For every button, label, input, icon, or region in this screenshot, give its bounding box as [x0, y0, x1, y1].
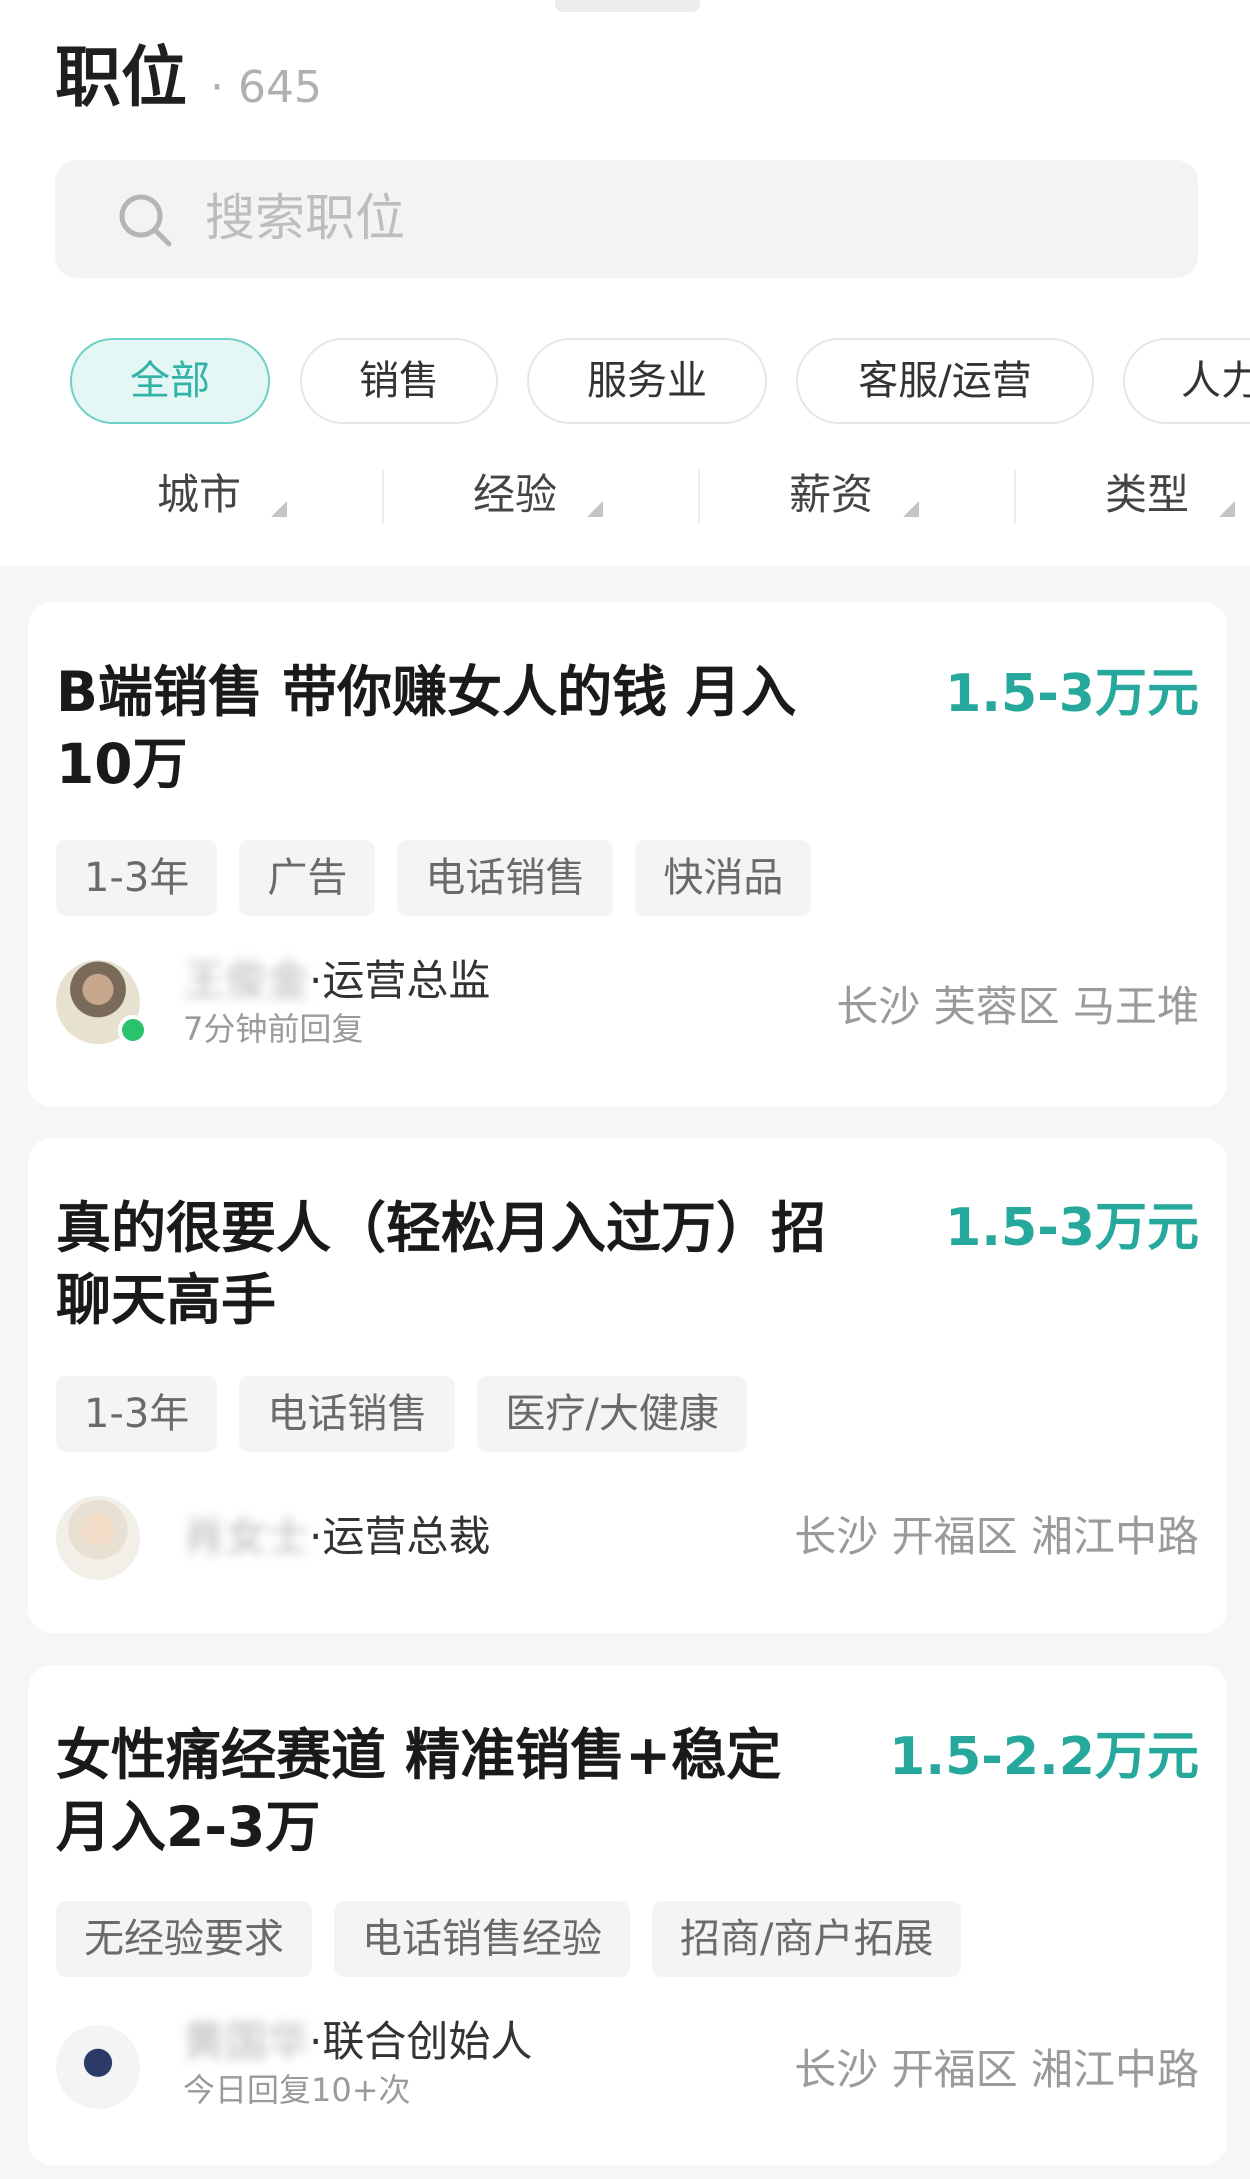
- page-title: 职位: [55, 39, 187, 116]
- job-tags: 无经验要求 电话销售经验 招商/商户拓展: [56, 1901, 962, 1977]
- dropdown-icon: [1219, 501, 1235, 517]
- job-title: 真的很要人（轻松月入过万）招 聊天高手: [56, 1192, 826, 1336]
- filter-city[interactable]: 城市: [64, 462, 380, 532]
- search-icon: [119, 194, 172, 247]
- job-tag: 无经验要求: [56, 1901, 312, 1977]
- search-bar[interactable]: [55, 160, 1198, 278]
- job-salary: 1.5-3万元: [945, 1198, 1199, 1258]
- dropdown-icon: [903, 501, 919, 517]
- filter-city-label: 城市: [156, 470, 241, 519]
- job-location: 长沙 开福区 湘江中路: [794, 2045, 1199, 2094]
- avatar[interactable]: [56, 2025, 140, 2109]
- job-title-line: 女性痛经赛道 精准销售+稳定: [56, 1723, 782, 1787]
- tab-all[interactable]: 全部: [70, 338, 270, 424]
- category-tabs: 全部 销售 服务业 客服/运营 人力: [0, 338, 1250, 424]
- filter-bar: 城市 经验 薪资 类型: [0, 462, 1250, 532]
- job-tags: 1-3年 广告 电话销售 快消品: [56, 840, 812, 916]
- job-tag: 快消品: [635, 840, 812, 916]
- job-tag: 广告: [239, 840, 376, 916]
- reply-status: 今日回复10+次: [183, 2071, 411, 2109]
- tab-hr[interactable]: 人力: [1123, 338, 1250, 424]
- online-indicator: [118, 1015, 148, 1045]
- filter-experience-label: 经验: [472, 470, 557, 519]
- reply-status: 7分钟前回复: [183, 1010, 364, 1048]
- recruiter-info: 黄国华·联合创始人: [183, 2015, 532, 2069]
- filter-type[interactable]: 类型: [1012, 462, 1250, 532]
- job-location: 长沙 芙蓉区 马王堆: [836, 982, 1199, 1031]
- dropdown-icon: [271, 501, 287, 517]
- job-title-line: 月入2-3万: [56, 1795, 321, 1859]
- job-card[interactable]: B端销售 带你赚女人的钱 月入 10万 1.5-3万元 1-3年 广告 电话销售…: [28, 602, 1227, 1107]
- job-tag: 招商/商户拓展: [652, 1901, 962, 1977]
- job-title-line: 真的很要人（轻松月入过万）招: [56, 1196, 827, 1260]
- job-title-line: 10万: [56, 732, 188, 796]
- recruiter-role: ·运营总裁: [309, 1512, 491, 1561]
- job-tag: 医疗/大健康: [477, 1376, 747, 1452]
- filter-type-label: 类型: [1104, 470, 1189, 519]
- recruiter-role: ·联合创始人: [309, 2017, 533, 2066]
- job-title-line: 聊天高手: [56, 1268, 277, 1332]
- job-tag: 电话销售: [239, 1376, 456, 1452]
- job-card[interactable]: 真的很要人（轻松月入过万）招 聊天高手 1.5-3万元 1-3年 电话销售 医疗…: [28, 1138, 1227, 1633]
- recruiter-name: 王俊金: [183, 956, 310, 1005]
- filter-salary[interactable]: 薪资: [696, 462, 1012, 532]
- tab-sales[interactable]: 销售: [300, 338, 498, 424]
- dropdown-icon: [587, 501, 603, 517]
- recruiter-info: 王俊金·运营总监: [183, 954, 490, 1008]
- job-tag: 电话销售: [397, 840, 614, 916]
- recruiter-info: 肖女士·运营总裁: [183, 1510, 490, 1564]
- drag-handle[interactable]: [555, 0, 700, 12]
- job-salary: 1.5-3万元: [945, 664, 1199, 724]
- job-tag: 电话销售经验: [334, 1901, 630, 1977]
- filter-experience[interactable]: 经验: [380, 462, 696, 532]
- job-tag: 1-3年: [56, 1376, 218, 1452]
- tab-customer-service[interactable]: 客服/运营: [796, 338, 1094, 424]
- job-title: B端销售 带你赚女人的钱 月入 10万: [56, 656, 796, 800]
- job-tags: 1-3年 电话销售 医疗/大健康: [56, 1376, 747, 1452]
- recruiter-name: 肖女士: [183, 1512, 310, 1561]
- job-title: 女性痛经赛道 精准销售+稳定 月入2-3万: [56, 1719, 781, 1863]
- recruiter-name: 黄国华: [183, 2017, 310, 2066]
- job-tag: 1-3年: [56, 840, 218, 916]
- filter-salary-label: 薪资: [788, 470, 873, 519]
- job-location: 长沙 开福区 湘江中路: [794, 1512, 1199, 1561]
- avatar[interactable]: [56, 1496, 140, 1580]
- search-input[interactable]: [205, 182, 1105, 254]
- job-count: · 645: [210, 62, 322, 113]
- job-card[interactable]: 女性痛经赛道 精准销售+稳定 月入2-3万 1.5-2.2万元 无经验要求 电话…: [28, 1665, 1227, 2165]
- header-section: 职位 · 645 全部 销售 服务业 客服/运营 人力 城市 经验 薪资 类型: [0, 0, 1250, 566]
- tab-service[interactable]: 服务业: [527, 338, 767, 424]
- job-salary: 1.5-2.2万元: [889, 1727, 1199, 1787]
- job-title-line: B端销售 带你赚女人的钱 月入: [56, 660, 797, 724]
- recruiter-role: ·运营总监: [309, 956, 491, 1005]
